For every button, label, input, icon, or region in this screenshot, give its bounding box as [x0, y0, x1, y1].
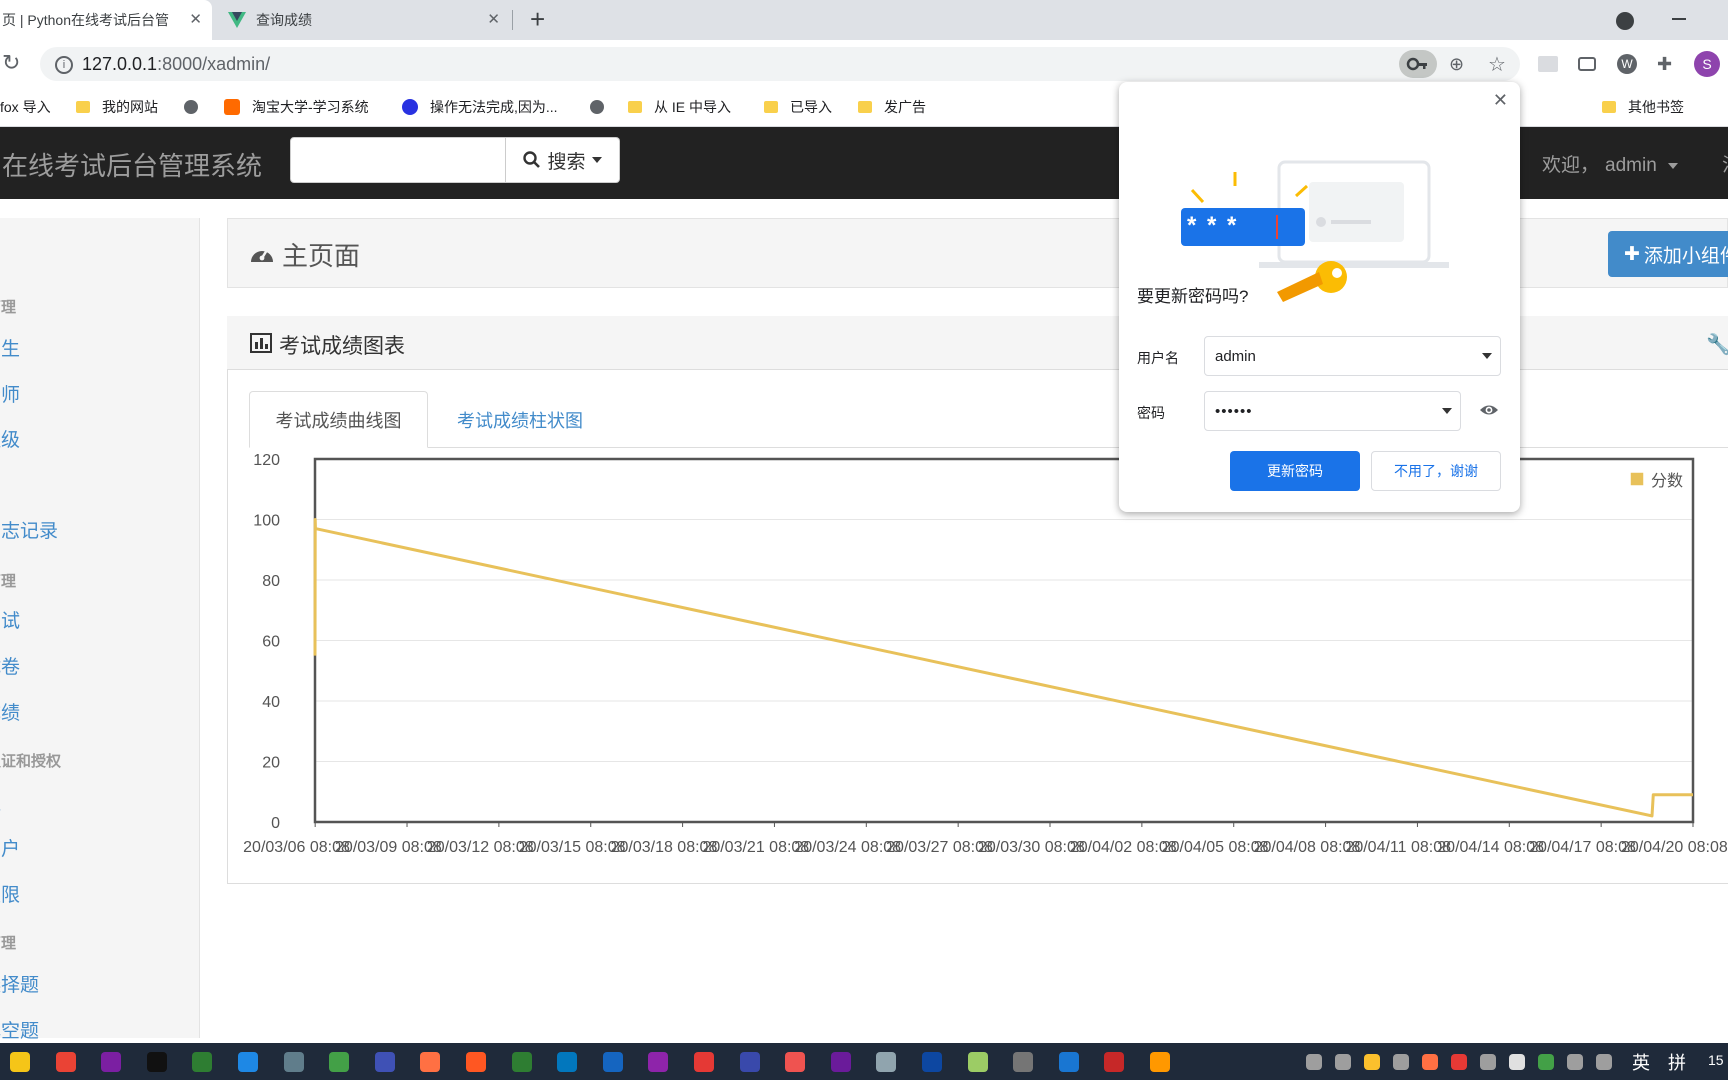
x-tick-label: 20/04/05 08:08	[1162, 839, 1269, 856]
app-icon[interactable]	[967, 1052, 988, 1072]
caret-down-icon	[1482, 353, 1492, 359]
x-tick-label: 20/04/17 08:08	[1529, 839, 1636, 856]
ime-mode-indicator[interactable]: 拼	[1668, 1049, 1686, 1075]
chrome-icon[interactable]	[55, 1052, 76, 1072]
app-icon[interactable]	[876, 1052, 897, 1072]
app-icon[interactable]	[238, 1052, 258, 1072]
app-icon[interactable]	[283, 1052, 304, 1072]
tray-icon[interactable]	[1364, 1054, 1380, 1070]
x-tick-label: 20/03/30 08:08	[978, 839, 1085, 856]
password-mask-art: * * *	[1187, 212, 1239, 239]
x-tick-label: 20/03/27 08:08	[886, 839, 993, 856]
series-line	[313, 518, 1693, 818]
tray-icon[interactable]	[1480, 1054, 1496, 1070]
clock[interactable]: 15	[1708, 1052, 1724, 1068]
app-icon[interactable]	[739, 1052, 760, 1072]
app-icon[interactable]	[922, 1052, 942, 1072]
intellij-icon[interactable]	[101, 1052, 122, 1072]
webstorm-icon[interactable]	[557, 1052, 578, 1072]
x-tick-label: 20/04/20 08:08	[1621, 839, 1728, 856]
y-tick-label: 120	[253, 452, 280, 469]
caret-down-icon	[1442, 408, 1452, 414]
y-tick-label: 100	[253, 513, 280, 530]
app-icon[interactable]	[466, 1052, 486, 1072]
tray-icon[interactable]	[1451, 1054, 1467, 1070]
show-password-eye-icon[interactable]	[1479, 402, 1499, 418]
password-select[interactable]: ••••••	[1204, 391, 1461, 431]
x-tick-label: 20/03/15 08:08	[519, 839, 626, 856]
file-explorer-icon[interactable]	[10, 1052, 30, 1072]
x-tick-label: 20/04/14 08:08	[1437, 839, 1544, 856]
x-tick-label: 20/03/24 08:08	[794, 839, 901, 856]
y-tick-label: 0	[271, 815, 280, 832]
record-icon[interactable]	[785, 1052, 806, 1072]
ime-indicator[interactable]: 英	[1632, 1049, 1650, 1075]
x-tick-label: 20/03/06 08:08	[243, 839, 350, 856]
app-icon[interactable]	[1058, 1052, 1079, 1072]
y-tick-label: 80	[262, 573, 280, 590]
x-tick-label: 20/03/21 08:08	[702, 839, 809, 856]
app-icon[interactable]	[1013, 1052, 1034, 1072]
x-tick-label: 20/03/12 08:08	[427, 839, 534, 856]
sidebar-section-heading: 管理	[0, 935, 17, 952]
x-tick-label: 20/04/11 08:08	[1345, 839, 1451, 856]
x-tick-label: 20/04/08 08:08	[1254, 839, 1361, 856]
pycharm-icon[interactable]	[511, 1052, 532, 1072]
username-select[interactable]: admin	[1204, 336, 1501, 376]
tray-icon[interactable]	[1567, 1054, 1583, 1070]
tray-icon[interactable]	[1538, 1054, 1554, 1070]
legend-swatch	[1629, 471, 1645, 487]
tray-icon[interactable]	[1422, 1054, 1438, 1070]
app-icon[interactable]	[602, 1052, 623, 1072]
wechat-icon[interactable]	[192, 1052, 213, 1072]
username-label: 用户名	[1137, 350, 1179, 366]
tray-icon[interactable]	[1393, 1054, 1409, 1070]
legend-label: 分数	[1651, 472, 1683, 490]
phpstorm-icon[interactable]	[830, 1052, 851, 1072]
tray-icon[interactable]	[1596, 1054, 1612, 1070]
no-thanks-button[interactable]: 不用了，谢谢	[1371, 451, 1501, 491]
app-icon[interactable]	[374, 1052, 395, 1072]
tray-icon[interactable]	[1509, 1054, 1525, 1070]
x-tick-label: 20/04/02 08:08	[1070, 839, 1177, 856]
password-save-popup: ✕ * * * 要更新密码吗? 用户名 admin 密码 •••••• 更新密码…	[1119, 82, 1520, 512]
x-tick-label: 20/03/18 08:08	[611, 839, 718, 856]
y-tick-label: 20	[262, 755, 280, 772]
app-icon[interactable]	[420, 1052, 441, 1072]
update-password-button[interactable]: 更新密码	[1230, 451, 1360, 491]
app-icon[interactable]	[329, 1052, 350, 1072]
store-icon[interactable]	[1150, 1052, 1170, 1072]
password-label: 密码	[1137, 405, 1165, 421]
app-icon[interactable]	[694, 1052, 714, 1072]
qq-icon[interactable]	[146, 1052, 167, 1072]
record-icon[interactable]	[1104, 1052, 1125, 1072]
tray-icon[interactable]	[1306, 1054, 1322, 1070]
y-tick-label: 60	[262, 634, 280, 651]
app-icon[interactable]	[648, 1052, 669, 1072]
x-tick-label: 20/03/09 08:08	[335, 839, 442, 856]
tray-icon[interactable]	[1335, 1054, 1351, 1070]
sidebar-item[interactable]: 选择题	[0, 970, 39, 997]
popup-question: 要更新密码吗?	[1137, 287, 1249, 306]
y-tick-label: 40	[262, 694, 280, 711]
windows-taskbar: 英 拼 15	[0, 1043, 1728, 1080]
close-icon[interactable]: ✕	[1493, 90, 1508, 111]
sidebar-item[interactable]: 填空题	[0, 1016, 39, 1043]
